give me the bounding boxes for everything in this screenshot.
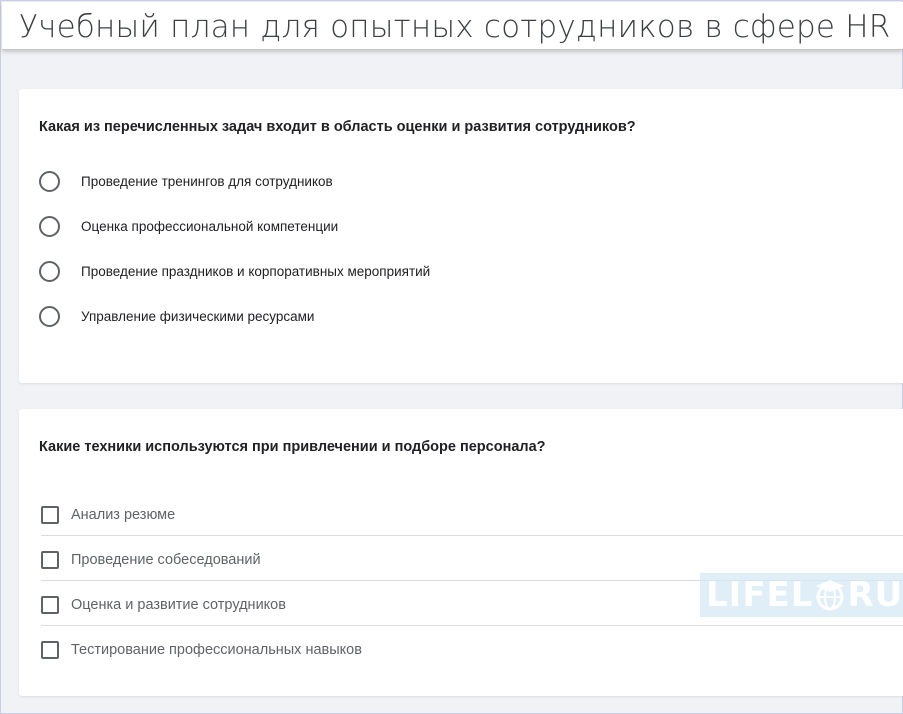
checkbox-option-1[interactable]: Анализ резюме [41,494,903,536]
title-bar: Учебный план для опытных сотрудников в с… [2,2,903,50]
watermark-text-left: LIFEL [706,575,814,615]
radio-option-1[interactable]: Проведение тренингов для сотрудников [39,169,639,193]
radio-option-label: Проведение праздников и корпоративных ме… [81,263,431,279]
page-title: Учебный план для опытных сотрудников в с… [19,9,891,45]
question-2-text: Какие техники используются при привлечен… [39,439,546,455]
watermark-text-right: RU [847,575,903,615]
question-card-2: Какие техники используются при привлечен… [19,409,903,696]
radio-button[interactable] [39,170,60,192]
checkbox[interactable] [41,505,59,524]
radio-option-2[interactable]: Оценка профессиональной компетенции [39,214,639,238]
checkbox[interactable] [41,641,59,659]
checkbox-option-label: Тестирование профессиональных навыков [71,642,362,658]
watermark: LIFEL RU [700,573,903,617]
checkbox-option-label: Анализ резюме [71,506,176,523]
graduation-globe-icon [816,580,845,611]
radio-button[interactable] [39,260,60,282]
radio-button[interactable] [39,305,60,327]
window-frame: Учебный план для опытных сотрудников в с… [0,0,903,714]
checkbox[interactable] [41,550,59,569]
radio-button[interactable] [39,215,60,237]
radio-option-label: Управление физическими ресурсами [81,308,315,324]
radio-option-4[interactable]: Управление физическими ресурсами [39,304,639,328]
checkbox-option-4[interactable]: Тестирование профессиональных навыков [41,629,903,671]
checkbox-option-label: Оценка и развитие сотрудников [71,596,286,613]
radio-option-label: Проведение тренингов для сотрудников [81,173,333,189]
radio-option-label: Оценка профессиональной компетенции [81,218,339,234]
checkbox[interactable] [41,595,59,614]
radio-option-3[interactable]: Проведение праздников и корпоративных ме… [39,259,639,283]
question-1-text: Какая из перечисленных задач входит в об… [39,119,636,135]
checkbox-option-label: Проведение собеседований [71,551,261,568]
question-card-1: Какая из перечисленных задач входит в об… [19,89,903,383]
